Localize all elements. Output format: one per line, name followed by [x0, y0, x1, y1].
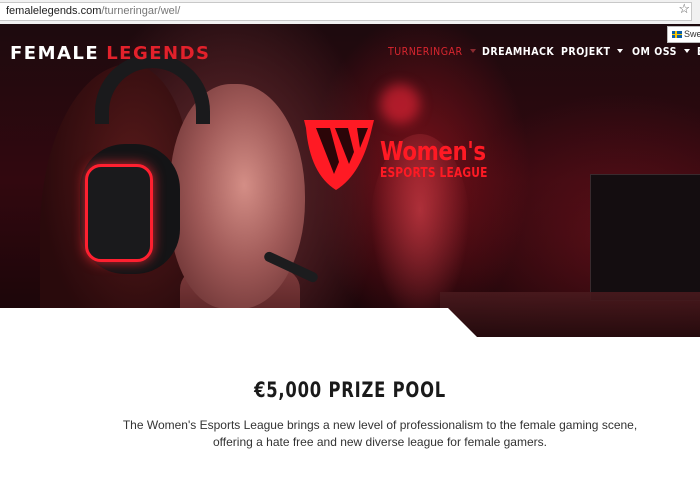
swedish-flag-icon	[672, 31, 682, 38]
headset-light	[85, 164, 153, 262]
nav-projekt[interactable]: PROJEKT	[561, 46, 624, 62]
wel-logo-icon	[304, 120, 374, 190]
section-divider-edge	[0, 337, 700, 342]
nav-dreamhack[interactable]: DREAMHACK	[482, 46, 554, 62]
headset-band	[95, 54, 210, 124]
chevron-down-icon	[683, 49, 690, 53]
section-divider	[0, 308, 478, 338]
language-label: Swe	[684, 29, 700, 39]
browser-address-bar: femalelegends.com/turneringar/wel/ ☆	[0, 0, 700, 25]
language-selector[interactable]: Swe	[667, 26, 700, 43]
chevron-down-icon	[617, 49, 624, 53]
nav-label: PROJEKT	[561, 46, 611, 58]
wel-wordmark: Women's ESPORTS LEAGUE	[380, 139, 511, 180]
url-domain: femalelegends.com	[6, 5, 102, 17]
wel-title: Women's	[380, 137, 486, 167]
league-description: The Women's Esports League brings a new …	[100, 417, 660, 451]
nav-label: OM OSS	[632, 46, 677, 58]
nav-turneringar[interactable]: TURNERINGAR	[388, 46, 476, 62]
wel-subtitle: ESPORTS LEAGUE	[380, 166, 488, 181]
background-light	[380, 84, 420, 124]
description-line: The Women's Esports League brings a new …	[122, 418, 638, 432]
background-desk	[440, 292, 700, 338]
background-monitor	[590, 174, 700, 301]
logo-female: FEMALE	[10, 43, 100, 64]
nav-om-oss[interactable]: OM OSS	[632, 46, 690, 62]
url-text: femalelegends.com/turneringar/wel/	[6, 5, 180, 17]
description-line: offering a hate free and new diverse lea…	[213, 435, 547, 449]
heading-text: €5,000 PRIZE POOL	[254, 378, 446, 402]
bookmark-star-icon[interactable]: ☆	[678, 0, 690, 18]
prize-pool-heading: €5,000 PRIZE POOL	[0, 378, 700, 402]
chevron-down-icon	[469, 49, 476, 53]
url-path: /turneringar/wel/	[101, 5, 181, 17]
url-field[interactable]: femalelegends.com/turneringar/wel/	[0, 2, 692, 21]
nav-label: TURNERINGAR	[388, 46, 463, 58]
site-logo[interactable]: FEMALE LEGENDS	[10, 43, 211, 64]
logo-legends: LEGENDS	[106, 43, 211, 64]
nav-label: DREAMHACK	[482, 46, 555, 58]
